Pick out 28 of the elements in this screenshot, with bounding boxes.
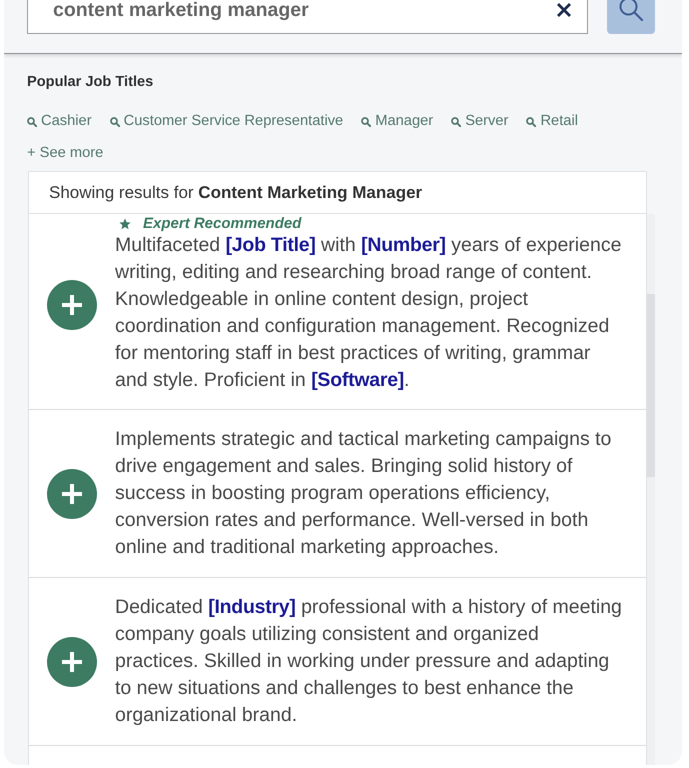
search-icon [618, 0, 644, 22]
suggestion-text: Dedicated [Industry] professional with a history of meeting company goals utilizing consistent and organized practices. Skilled in working under pressure and adapting to new situations and challenges to best enhance the organizational brand. [115, 595, 623, 728]
results-heading: Showing results for Content Marketing Manager [49, 182, 422, 202]
plus-icon [60, 482, 84, 506]
search-icon [361, 116, 372, 126]
suggestion-text: Implements strategic and tactical marketing campaigns to drive engagement and sales. Bringing solid history of success in boosting program operations efficiency, conversion rates and performance. Well-versed in both online and traditional marketing approaches. [115, 427, 612, 560]
job-title-link[interactable]: Server [451, 113, 508, 130]
search-icon [451, 116, 462, 126]
plus-icon [60, 292, 84, 316]
section-heading: Popular Job Titles [27, 74, 154, 90]
search-field[interactable]: content marketing manager [27, 0, 588, 34]
job-title-link[interactable]: Customer Service Representative [110, 113, 344, 130]
job-title-link[interactable]: Cashier [27, 113, 92, 130]
job-title-link[interactable]: Manager [361, 113, 434, 130]
plus-icon [60, 650, 84, 674]
add-button[interactable] [47, 280, 97, 330]
recommended-label: Expert Recommended [143, 215, 302, 232]
job-title-link[interactable]: Retail [526, 113, 578, 130]
see-more-link[interactable]: + See more [27, 145, 104, 162]
search-icon [526, 116, 536, 126]
scrollbar-thumb[interactable] [647, 294, 655, 477]
star-icon [119, 218, 131, 230]
close-icon[interactable] [557, 3, 571, 17]
add-button[interactable] [47, 468, 97, 518]
add-button[interactable] [47, 636, 97, 686]
suggestion-text: Multifaceted [Job Title] with [Number] years of experience writing, editing and researching broad range of content. Knowledgeable in online content design, project coordination and configuration management. Recognized for mentoring staff in best practices of writing, grammar and style. Proficient in [Software]. [115, 233, 622, 393]
search-icon [27, 116, 37, 126]
search-icon [110, 116, 120, 126]
